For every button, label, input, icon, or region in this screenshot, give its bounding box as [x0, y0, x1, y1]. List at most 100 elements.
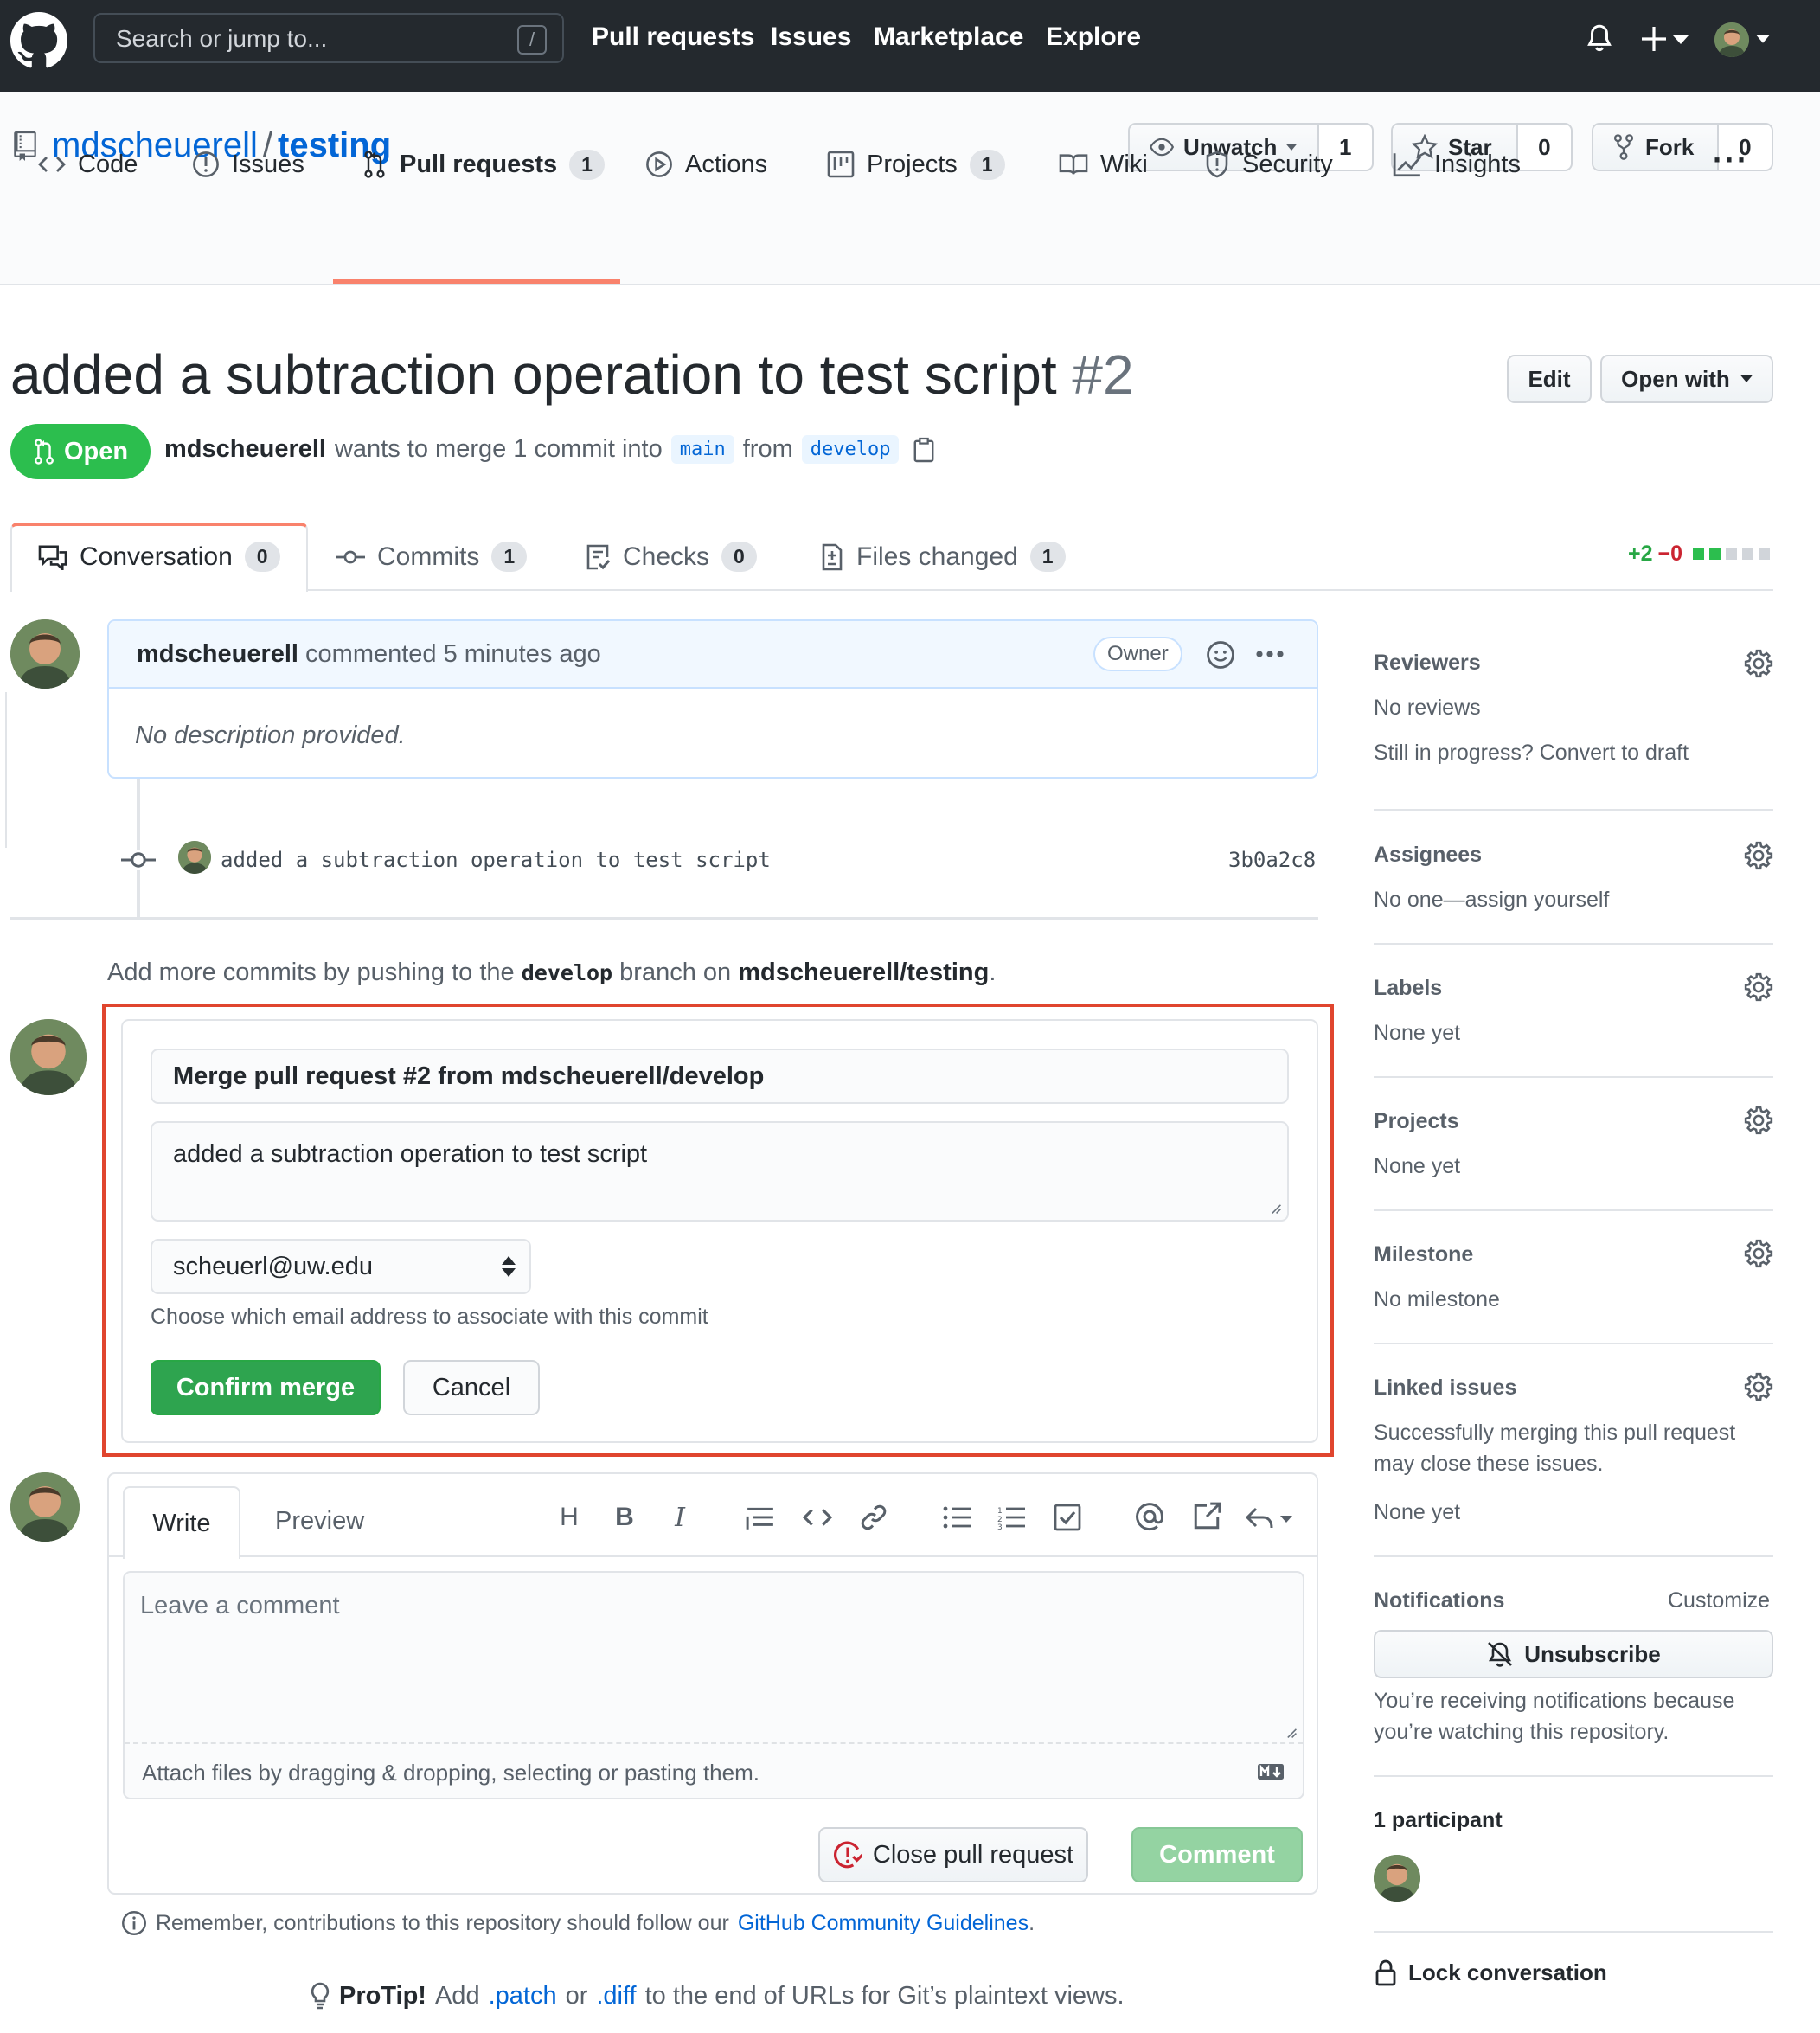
ordered-list-icon[interactable]: 123 — [997, 1505, 1026, 1530]
book-icon — [1059, 154, 1088, 175]
bell-icon[interactable] — [1585, 22, 1614, 54]
search-input[interactable]: Search or jump to... / — [93, 13, 564, 63]
reviewers-heading[interactable]: Reviewers — [1374, 651, 1481, 676]
tab-conversation-count: 0 — [244, 542, 280, 572]
bold-icon[interactable]: B — [607, 1500, 642, 1535]
tab-conversation-label: Conversation — [80, 542, 233, 571]
nav-marketplace[interactable]: Marketplace — [874, 22, 1023, 52]
pr-author-link[interactable]: mdscheuerell — [164, 435, 326, 464]
more-tabs-button[interactable]: ··· — [1713, 142, 1749, 178]
cross-reference-icon[interactable] — [1192, 1502, 1221, 1531]
comment-submit-button[interactable]: Comment — [1131, 1827, 1303, 1882]
lock-conversation-button[interactable]: Lock conversation — [1374, 1959, 1607, 1986]
quote-icon[interactable] — [746, 1505, 775, 1531]
merge-commit-message-textarea[interactable]: added a subtraction operation to test sc… — [151, 1121, 1289, 1222]
tab-actions[interactable]: Actions — [645, 137, 767, 192]
plus-dropdown-icon[interactable] — [1642, 24, 1690, 54]
cancel-merge-button[interactable]: Cancel — [403, 1360, 540, 1415]
gear-icon[interactable] — [1744, 1239, 1773, 1268]
tab-files-changed[interactable]: Files changed 1 — [820, 542, 1066, 572]
comment-timestamp[interactable]: commented 5 minutes ago — [305, 640, 601, 668]
git-commit-icon — [336, 550, 365, 563]
heading-icon[interactable]: H — [552, 1500, 586, 1535]
resize-handle-icon[interactable] — [1284, 1725, 1298, 1739]
tab-conversation[interactable]: Conversation 0 — [38, 542, 280, 572]
merger-avatar[interactable] — [10, 1019, 87, 1095]
avatar-dropdown-caret-icon[interactable] — [1756, 35, 1770, 43]
commit-message-link[interactable]: added a subtraction operation to test sc… — [221, 848, 771, 872]
merge-commit-title-input[interactable]: Merge pull request #2 from mdscheuerell/… — [151, 1049, 1289, 1104]
patch-link[interactable]: .patch — [489, 1982, 557, 2011]
unordered-list-icon[interactable] — [943, 1505, 971, 1530]
base-branch[interactable]: main — [670, 435, 734, 464]
edit-title-button[interactable]: Edit — [1507, 355, 1592, 403]
close-pull-request-button[interactable]: Close pull request — [818, 1827, 1088, 1882]
gear-icon[interactable] — [1744, 841, 1773, 870]
milestone-heading[interactable]: Milestone — [1374, 1242, 1473, 1267]
composer-avatar[interactable] — [10, 1472, 80, 1542]
nav-explore[interactable]: Explore — [1046, 22, 1141, 52]
repo-icon — [14, 131, 36, 161]
merge-commit-message-value: added a subtraction operation to test sc… — [173, 1140, 648, 1168]
stars-count[interactable]: 0 — [1516, 125, 1571, 170]
italic-icon[interactable]: I — [663, 1500, 697, 1535]
tab-pull-requests[interactable]: Pull requests 1 — [362, 137, 605, 192]
attach-files-hint[interactable]: Attach files by dragging & dropping, sel… — [142, 1760, 759, 1786]
commit-email-select[interactable]: scheuerl@uw.edu — [151, 1239, 531, 1294]
gear-icon[interactable] — [1744, 649, 1773, 678]
comment-author-link[interactable]: mdscheuerell — [137, 640, 298, 668]
tab-preview[interactable]: Preview — [275, 1507, 364, 1536]
commit-email-hint: Choose which email address to associate … — [151, 1305, 708, 1329]
diff-stat: +2 −0 — [1628, 542, 1771, 567]
participant-avatar[interactable] — [1374, 1855, 1420, 1902]
labels-heading[interactable]: Labels — [1374, 976, 1442, 1001]
tab-checks[interactable]: Checks 0 — [585, 542, 757, 572]
reviewers-value: No reviews — [1374, 696, 1481, 720]
reply-dropdown-icon[interactable] — [1246, 1505, 1294, 1530]
open-with-button[interactable]: Open with — [1600, 355, 1773, 403]
nav-pull-requests[interactable]: Pull requests — [592, 22, 754, 52]
tab-projects[interactable]: Projects 1 — [827, 137, 1005, 192]
status-badge: Open — [10, 424, 151, 479]
tab-code[interactable]: Code — [38, 137, 138, 192]
tab-insights[interactable]: Insights — [1393, 137, 1521, 192]
comment-textarea[interactable]: Leave a comment Attach files by dragging… — [123, 1571, 1304, 1799]
assignees-heading[interactable]: Assignees — [1374, 843, 1482, 868]
github-logo-icon[interactable] — [10, 12, 67, 69]
tab-wiki[interactable]: Wiki — [1059, 137, 1148, 192]
task-list-icon[interactable] — [1054, 1504, 1081, 1531]
clipboard-icon[interactable] — [913, 437, 935, 463]
code-icon[interactable] — [803, 1507, 832, 1528]
gear-icon[interactable] — [1744, 1106, 1773, 1135]
link-icon[interactable] — [860, 1504, 888, 1531]
confirm-merge-button[interactable]: Confirm merge — [151, 1360, 381, 1415]
assign-yourself-link[interactable]: No one—assign yourself — [1374, 884, 1609, 915]
kebab-horizontal-icon[interactable] — [1254, 649, 1285, 659]
linked-issues-line1: Successfully merging this pull request — [1374, 1421, 1736, 1445]
customize-notifications-link[interactable]: Customize — [1668, 1585, 1770, 1616]
head-branch[interactable]: develop — [801, 435, 900, 464]
tab-issues[interactable]: Issues — [192, 137, 304, 192]
community-guidelines-link[interactable]: GitHub Community Guidelines — [738, 1911, 1029, 1935]
tab-commits[interactable]: Commits 1 — [336, 542, 528, 572]
convert-to-draft-link[interactable]: Still in progress? Convert to draft — [1374, 737, 1689, 768]
gear-icon[interactable] — [1744, 1372, 1773, 1401]
resize-handle-icon[interactable] — [1268, 1201, 1282, 1215]
commit-author-avatar[interactable] — [178, 841, 211, 874]
projects-heading[interactable]: Projects — [1374, 1109, 1459, 1134]
unsubscribe-button[interactable]: Unsubscribe — [1374, 1630, 1773, 1678]
commit-sha-link[interactable]: 3b0a2c8 — [1228, 848, 1316, 872]
markdown-icon[interactable] — [1256, 1763, 1285, 1780]
fork-button[interactable]: Fork — [1593, 125, 1717, 170]
tab-security[interactable]: Security — [1204, 137, 1333, 192]
tab-write[interactable]: Write — [123, 1486, 240, 1559]
gear-icon[interactable] — [1744, 972, 1773, 1002]
linked-issues-heading[interactable]: Linked issues — [1374, 1376, 1516, 1401]
tab-commits-count: 1 — [491, 542, 528, 572]
diff-link[interactable]: .diff — [596, 1982, 636, 2011]
smiley-icon[interactable] — [1206, 640, 1235, 670]
comment-author-avatar[interactable] — [10, 619, 80, 689]
nav-issues[interactable]: Issues — [771, 22, 851, 52]
user-avatar[interactable] — [1714, 22, 1749, 57]
mention-icon[interactable] — [1135, 1502, 1164, 1531]
